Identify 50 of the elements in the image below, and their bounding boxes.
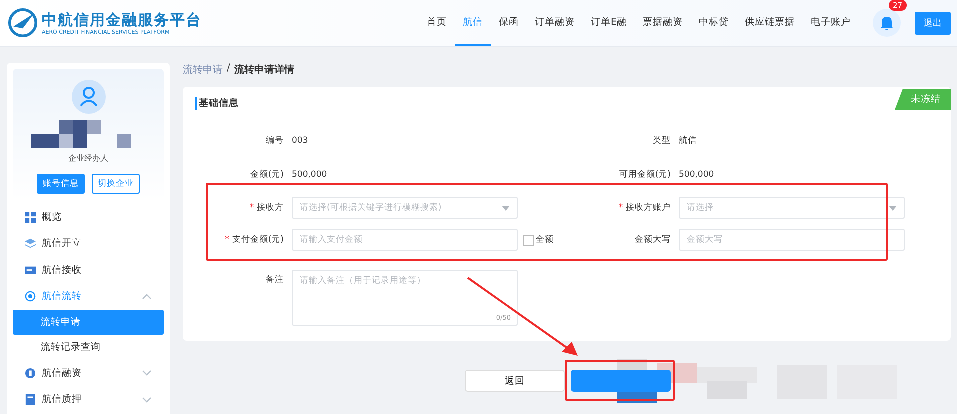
field-value: 003 xyxy=(292,136,308,146)
field-label: 支付金额(元) xyxy=(232,234,284,246)
nav-tab[interactable]: 订单E融 xyxy=(582,0,635,46)
required-mark: * xyxy=(250,203,254,213)
back-button[interactable]: 返回 xyxy=(465,370,565,392)
plane-logo-icon xyxy=(8,8,38,38)
sidebar-item[interactable]: 航信融资 xyxy=(13,360,164,386)
input-field[interactable]: 请输入支付金额 xyxy=(292,229,518,251)
field-label: 备注 xyxy=(265,274,284,286)
document-icon xyxy=(25,394,36,406)
required-mark: * xyxy=(225,235,230,245)
bell-icon[interactable] xyxy=(873,9,901,37)
grid-icon xyxy=(25,212,36,223)
field-value: 500,000 xyxy=(679,170,714,180)
user-role: 企业经办人 xyxy=(68,153,108,164)
field-label: 接收方账户 xyxy=(626,202,671,214)
sidebar-item[interactable]: 航信开立 xyxy=(13,230,164,257)
nav-tab[interactable]: 票据融资 xyxy=(635,0,691,46)
field-label: 编号 xyxy=(265,135,284,147)
input-field[interactable]: 金额大写 xyxy=(679,229,905,251)
breadcrumb-separator: / xyxy=(227,63,230,74)
sidebar-item[interactable]: 航信接收 xyxy=(13,257,164,284)
field-label: 可用金额(元) xyxy=(618,169,671,181)
coin-icon xyxy=(25,368,36,379)
target-icon xyxy=(25,291,36,302)
caret-icon xyxy=(502,206,510,210)
nav-tab[interactable]: 首页 xyxy=(418,0,455,46)
caret-icon xyxy=(889,206,897,210)
nav-tab[interactable]: 中标贷 xyxy=(691,0,737,46)
sidebar-subitem[interactable]: 流转记录查询 xyxy=(13,335,164,360)
full-amount-checkbox[interactable]: 全额 xyxy=(523,234,554,246)
breadcrumb-current: 流转申请详情 xyxy=(234,63,294,77)
field-value: 航信 xyxy=(679,135,697,147)
nav-tab[interactable]: 订单融资 xyxy=(526,0,583,46)
field-label: 接收方 xyxy=(257,202,284,214)
field-label: 金额(元) xyxy=(249,169,284,181)
field-label: 类型 xyxy=(652,135,671,147)
card-icon xyxy=(25,264,36,276)
user-avatar-icon xyxy=(72,80,106,114)
field-value: 500,000 xyxy=(292,170,328,180)
nav-tab[interactable]: 保函 xyxy=(490,0,527,46)
field-label: 金额大写 xyxy=(635,234,671,246)
nav-tab[interactable]: 电子账户 xyxy=(803,0,859,46)
required-mark: * xyxy=(618,203,623,213)
status-ribbon: 未冻结 xyxy=(895,89,951,110)
sidebar-item[interactable]: 航信质押 xyxy=(13,386,164,413)
platform-title: 中航信用金融服务平台 xyxy=(42,10,202,30)
nav-tab[interactable]: 供应链票据 xyxy=(737,0,803,46)
sidebar-item[interactable]: 概览 xyxy=(13,204,164,230)
layers-icon xyxy=(25,238,36,250)
